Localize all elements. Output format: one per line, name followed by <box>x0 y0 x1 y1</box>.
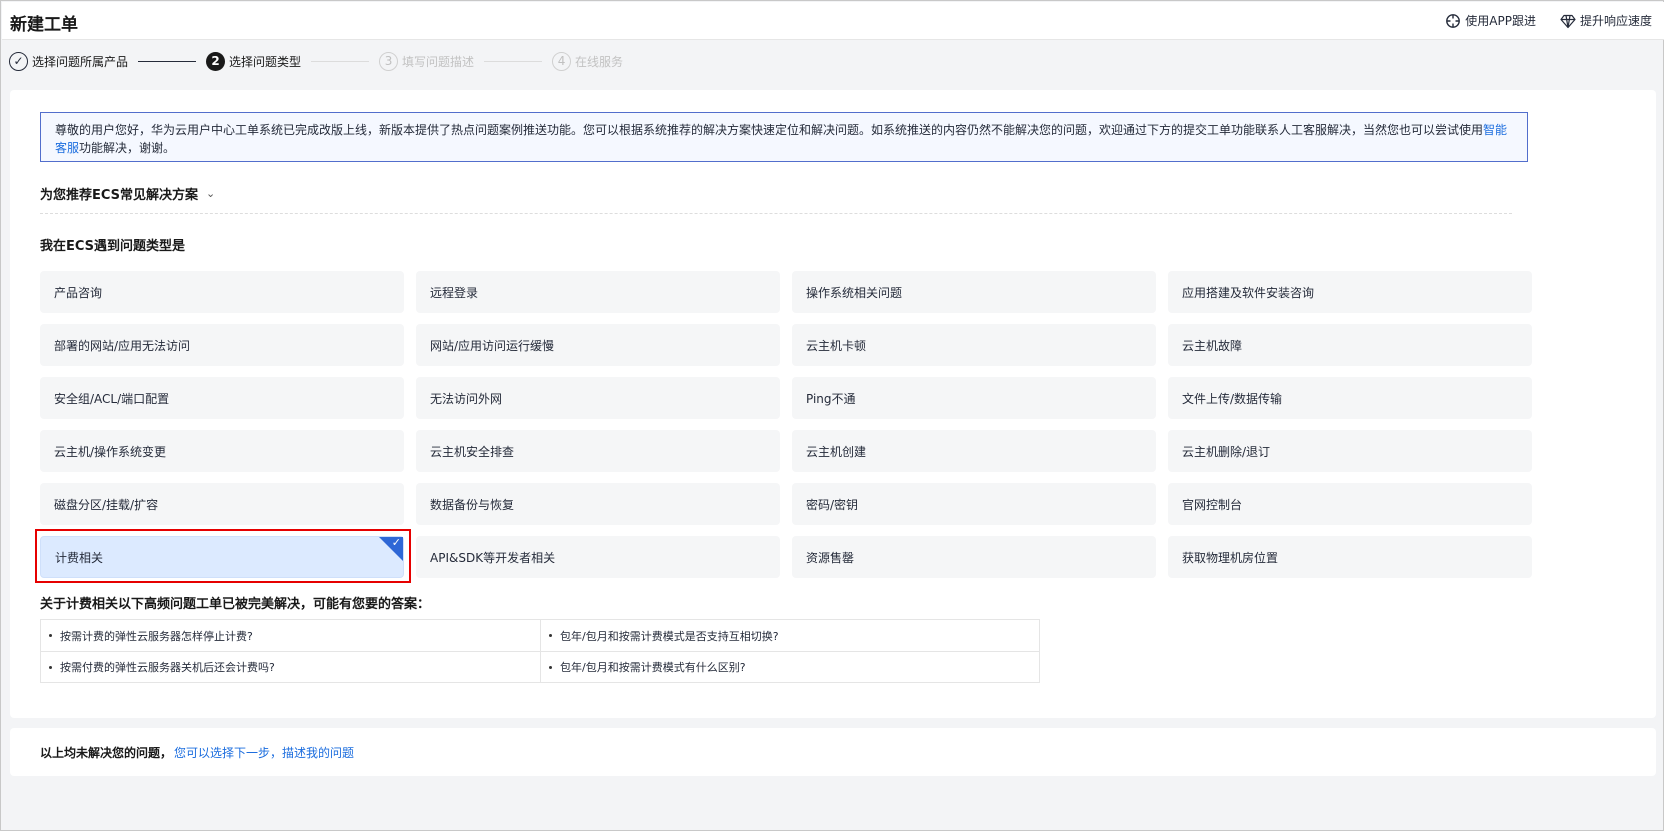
option-api-sdk[interactable]: API&SDK等开发者相关 <box>416 536 780 578</box>
faq-title: 关于计费相关以下高频问题工单已被完美解决，可能有您要的答案： <box>40 597 431 612</box>
step-2-label: 选择问题类型 <box>229 54 302 69</box>
bottom-bar: 以上均未解决您的问题， 您可以选择下一步，描述我的问题 <box>10 728 1656 776</box>
speed-up-label: 提升响应速度 <box>1579 14 1652 28</box>
type-title: 我在ECS遇到问题类型是 <box>40 239 186 254</box>
option-physical-location[interactable]: 获取物理机房位置 <box>1168 536 1532 578</box>
option-ping-fail[interactable]: Ping不通 <box>792 377 1156 419</box>
window-frame: 新建工单 使用APP跟进 提升响应速度 ✓ 选择问题所属产品 2 选择问题类型 … <box>0 0 1664 831</box>
option-vm-lag[interactable]: 云主机卡顿 <box>792 324 1156 366</box>
app-track-label: 使用APP跟进 <box>1465 14 1536 28</box>
step-4-label: 在线服务 <box>575 54 624 69</box>
notice-suffix: 功能解决，谢谢。 <box>79 141 176 155</box>
option-product-inquiry[interactable]: 产品咨询 <box>40 271 404 313</box>
faq-item-text: 包年/包月和按需计费模式有什么区别? <box>560 661 746 674</box>
faq-item[interactable]: 包年/包月和按需计费模式是否支持互相切换? <box>540 620 1039 651</box>
main-card: 尊敬的用户您好，华为云用户中心工单系统已完成改版上线，新版本提供了热点问题案例推… <box>10 90 1656 718</box>
step-1-check-icon: ✓ <box>9 51 28 71</box>
recommend-title: 为您推荐ECS常见解决方案 <box>40 188 199 203</box>
app-track-button[interactable]: 使用APP跟进 <box>1445 12 1536 29</box>
step-3-label: 填写问题描述 <box>402 54 475 69</box>
faq-item-text: 包年/包月和按需计费模式是否支持互相切换? <box>560 629 779 643</box>
option-site-slow[interactable]: 网站/应用访问运行缓慢 <box>416 324 780 366</box>
option-backup[interactable]: 数据备份与恢复 <box>416 483 780 525</box>
bullet-icon <box>49 634 52 637</box>
step-2-number: 2 <box>206 51 226 71</box>
option-vm-change[interactable]: 云主机/操作系统变更 <box>40 430 404 472</box>
top-bar: 新建工单 使用APP跟进 提升响应速度 <box>2 2 1664 40</box>
divider <box>40 213 1512 214</box>
option-sold-out[interactable]: 资源售罄 <box>792 536 1156 578</box>
selection-highlight-box <box>35 529 411 583</box>
speed-up-button[interactable]: 提升响应速度 <box>1560 12 1652 29</box>
step-3-number: 3 <box>379 51 399 71</box>
option-file-transfer[interactable]: 文件上传/数据传输 <box>1168 377 1532 419</box>
step-1-label: 选择问题所属产品 <box>32 54 129 69</box>
faq-item-text: 按需付费的弹性云服务器关机后还会计费吗? <box>60 661 275 674</box>
option-console[interactable]: 官网控制台 <box>1168 483 1532 525</box>
page-title: 新建工单 <box>10 15 78 35</box>
bottom-text: 以上均未解决您的问题， <box>40 745 173 760</box>
option-vm-delete[interactable]: 云主机删除/退订 <box>1168 430 1532 472</box>
option-vm-create[interactable]: 云主机创建 <box>792 430 1156 472</box>
option-vm-fault[interactable]: 云主机故障 <box>1168 324 1532 366</box>
option-security-group[interactable]: 安全组/ACL/端口配置 <box>40 377 404 419</box>
faq-row: 按需付费的弹性云服务器关机后还会计费吗? 包年/包月和按需计费模式有什么区别? <box>41 651 1039 682</box>
option-os-issues[interactable]: 操作系统相关问题 <box>792 271 1156 313</box>
option-site-unreachable[interactable]: 部署的网站/应用无法访问 <box>40 324 404 366</box>
step-connector <box>311 60 370 62</box>
faq-item[interactable]: 按需计费的弹性云服务器怎样停止计费? <box>41 620 540 651</box>
top-actions: 使用APP跟进 提升响应速度 <box>1445 12 1652 29</box>
option-no-internet[interactable]: 无法访问外网 <box>416 377 780 419</box>
next-step-link[interactable]: 您可以选择下一步，描述我的问题 <box>174 744 354 761</box>
option-password[interactable]: 密码/密钥 <box>792 483 1156 525</box>
faq-item-text: 按需计费的弹性云服务器怎样停止计费? <box>60 629 253 643</box>
faq-item[interactable]: 包年/包月和按需计费模式有什么区别? <box>540 652 1039 682</box>
faq-item[interactable]: 按需付费的弹性云服务器关机后还会计费吗? <box>41 652 540 682</box>
bullet-icon <box>49 665 52 669</box>
bullet-icon <box>549 665 552 669</box>
step-1[interactable]: ✓ 选择问题所属产品 <box>9 51 129 71</box>
faq-table: 按需计费的弹性云服务器怎样停止计费? 包年/包月和按需计费模式是否支持互相切换?… <box>40 619 1040 683</box>
step-connector <box>484 60 543 62</box>
option-app-setup[interactable]: 应用搭建及软件安装咨询 <box>1168 271 1532 313</box>
step-4-number: 4 <box>552 51 572 71</box>
app-track-icon <box>1446 13 1461 28</box>
notice-banner: 尊敬的用户您好，华为云用户中心工单系统已完成改版上线，新版本提供了热点问题案例推… <box>40 112 1528 162</box>
step-2: 2 选择问题类型 <box>206 51 302 71</box>
bullet-icon <box>549 634 552 637</box>
option-disk[interactable]: 磁盘分区/挂载/扩容 <box>40 483 404 525</box>
faq-row: 按需计费的弹性云服务器怎样停止计费? 包年/包月和按需计费模式是否支持互相切换? <box>41 620 1039 651</box>
chevron-down-icon: ⌄ <box>206 187 216 200</box>
step-3: 3 填写问题描述 <box>379 51 475 71</box>
option-remote-login[interactable]: 远程登录 <box>416 271 780 313</box>
notice-text: 尊敬的用户您好，华为云用户中心工单系统已完成改版上线，新版本提供了热点问题案例推… <box>55 123 1484 137</box>
step-4: 4 在线服务 <box>552 51 624 71</box>
diamond-icon <box>1560 14 1576 28</box>
step-progress: ✓ 选择问题所属产品 2 选择问题类型 3 填写问题描述 4 在线服务 <box>9 49 623 73</box>
recommend-toggle[interactable]: 为您推荐ECS常见解决方案 ⌄ <box>40 184 215 203</box>
step-connector <box>138 60 197 62</box>
option-security-check[interactable]: 云主机安全排查 <box>416 430 780 472</box>
